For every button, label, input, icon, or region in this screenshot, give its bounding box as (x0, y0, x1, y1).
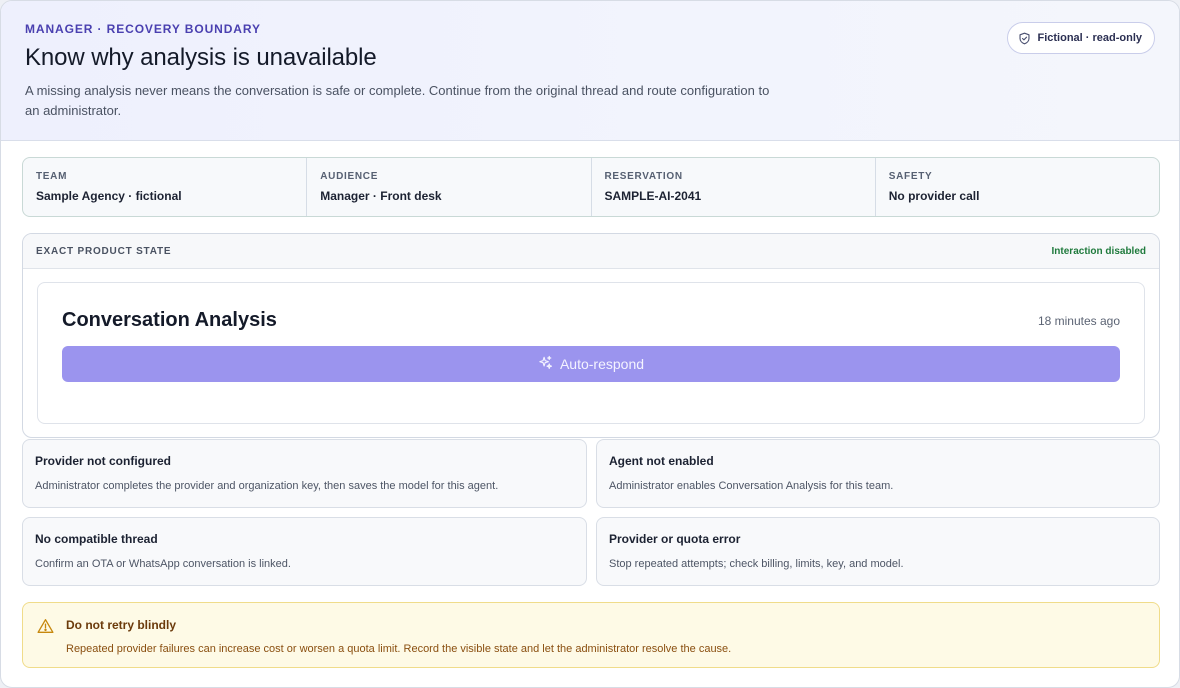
state-label: EXACT PRODUCT STATE (36, 245, 172, 257)
shield-icon (1018, 32, 1031, 45)
eyebrow: MANAGER · RECOVERY BOUNDARY (25, 22, 261, 36)
auto-respond-label: Auto-respond (559, 356, 645, 372)
cause-title: No compatible thread (35, 532, 158, 546)
interaction-status: Interaction disabled (1051, 245, 1146, 257)
cause-description: Administrator completes the provider and… (35, 480, 499, 492)
cause-description: Administrator enables Conversation Analy… (609, 480, 894, 492)
meta-value: SAMPLE-AI-2041 (604, 189, 702, 203)
cause-title: Provider or quota error (609, 532, 741, 546)
retry-warning: Do not retry blindly Repeated provider f… (22, 602, 1160, 668)
analysis-timestamp: 18 minutes ago (1037, 313, 1120, 328)
meta-safety: SAFETY No provider call (876, 158, 1159, 216)
conversation-analysis-card: Conversation Analysis 18 minutes ago Aut… (37, 282, 1145, 424)
cause-provider-quota-error: Provider or quota error Stop repeated at… (596, 517, 1160, 586)
cause-title: Provider not configured (35, 454, 172, 468)
auto-respond-button[interactable]: Auto-respond (62, 346, 1120, 382)
meta-team: TEAM Sample Agency · fictional (23, 158, 308, 216)
meta-value: No provider call (888, 189, 980, 203)
warning-content: Do not retry blindly Repeated provider f… (66, 618, 731, 667)
meta-value: Sample Agency · fictional (36, 189, 182, 203)
meta-label: RESERVATION (604, 171, 683, 182)
cause-no-compatible-thread: No compatible thread Confirm an OTA or W… (22, 517, 587, 586)
page-title: Know why analysis is unavailable (25, 44, 377, 71)
cause-agent-not-enabled: Agent not enabled Administrator enables … (596, 439, 1160, 508)
read-only-badge: Fictional · read-only (1007, 22, 1155, 54)
cause-description: Confirm an OTA or WhatsApp conversation … (35, 558, 291, 570)
cause-provider-not-configured: Provider not configured Administrator co… (22, 439, 587, 508)
meta-audience: AUDIENCE Manager · Front desk (307, 158, 592, 216)
meta-reservation: RESERVATION SAMPLE-AI-2041 (592, 158, 876, 216)
product-state-panel: EXACT PRODUCT STATE Interaction disabled… (22, 233, 1160, 438)
badge-label: Fictional · read-only (1037, 32, 1142, 44)
meta-label: AUDIENCE (320, 171, 379, 182)
cause-description: Stop repeated attempts; check billing, l… (609, 558, 904, 570)
warning-triangle-icon (37, 618, 54, 667)
sparkles-icon (538, 355, 553, 373)
warning-description: Repeated provider failures can increase … (66, 643, 732, 655)
analysis-title: Conversation Analysis (62, 309, 277, 331)
analysis-header: Conversation Analysis 18 minutes ago (62, 309, 1120, 332)
meta-label: TEAM (36, 171, 68, 182)
page-description: A missing analysis never means the conve… (25, 83, 770, 118)
warning-title: Do not retry blindly (66, 618, 177, 632)
context-strip: TEAM Sample Agency · fictional AUDIENCE … (22, 157, 1160, 217)
state-bar: EXACT PRODUCT STATE Interaction disabled (23, 234, 1159, 269)
cause-title: Agent not enabled (609, 454, 714, 468)
recovery-page: MANAGER · RECOVERY BOUNDARY Know why ana… (0, 0, 1180, 688)
page-header: MANAGER · RECOVERY BOUNDARY Know why ana… (1, 1, 1179, 141)
meta-label: SAFETY (888, 171, 933, 182)
meta-value: Manager · Front desk (320, 189, 442, 203)
